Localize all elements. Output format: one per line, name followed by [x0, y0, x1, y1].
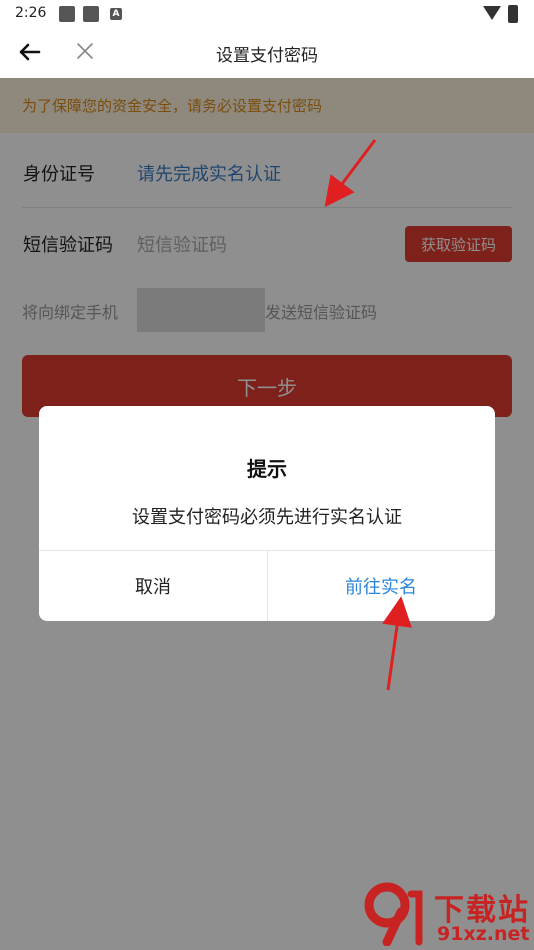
watermark-logo-icon	[364, 882, 423, 946]
go-verify-button[interactable]: 前往实名	[267, 551, 495, 621]
dialog-title: 提示	[247, 457, 287, 481]
page-title: 设置支付密码	[216, 46, 318, 66]
watermark-domain: 91xz.net	[437, 923, 530, 945]
status-bar: 2:26 A	[0, 0, 534, 28]
cancel-button[interactable]: 取消	[39, 551, 267, 621]
title-bar: 设置支付密码	[0, 28, 534, 78]
notification-icon	[83, 6, 99, 22]
battery-icon	[508, 5, 518, 23]
accessibility-icon: A	[110, 8, 122, 20]
verify-dialog: 提示 设置支付密码必须先进行实名认证 取消 前往实名	[39, 406, 495, 621]
dialog-message: 设置支付密码必须先进行实名认证	[132, 507, 402, 528]
notification-icon	[59, 6, 75, 22]
status-time: 2:26	[15, 5, 47, 21]
wifi-icon	[483, 6, 501, 20]
